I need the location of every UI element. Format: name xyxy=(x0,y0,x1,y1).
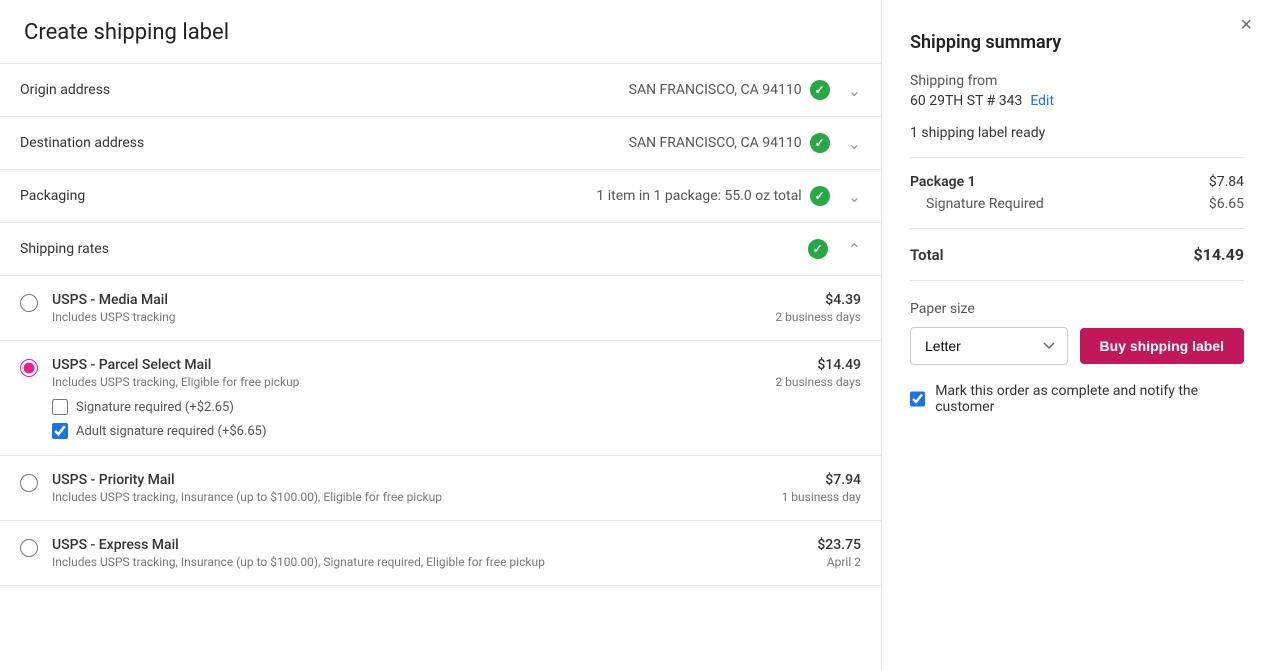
rate-amount-priority-mail: $7.94 xyxy=(761,472,861,488)
rate-desc-priority-mail: Includes USPS tracking, Insurance (up to… xyxy=(52,490,747,504)
paper-size-row: Letter 4x6 Buy shipping label xyxy=(910,327,1244,365)
destination-check-icon xyxy=(810,133,830,153)
rate-option-sig-required: Signature required (+$2.65) xyxy=(52,399,747,415)
shipping-rates-icons: ⌃ xyxy=(808,239,861,259)
right-panel: Shipping summary Shipping from 60 29TH S… xyxy=(882,0,1272,670)
summary-ready-text: 1 shipping label ready xyxy=(910,125,1244,158)
destination-address-row[interactable]: Destination address SAN FRANCISCO, CA 94… xyxy=(0,117,881,170)
shipping-rates-label: Shipping rates xyxy=(20,241,808,257)
paper-size-select[interactable]: Letter 4x6 xyxy=(910,327,1068,365)
origin-address-value-container: SAN FRANCISCO, CA 94110 ⌄ xyxy=(180,80,861,100)
destination-address-value: SAN FRANCISCO, CA 94110 xyxy=(629,135,802,151)
summary-signature-price: $6.65 xyxy=(1209,196,1244,212)
rate-name-parcel-select: USPS - Parcel Select Mail xyxy=(52,357,747,373)
rate-days-parcel-select: 2 business days xyxy=(761,375,861,389)
rate-option-label-adult-sig: Adult signature required (+$6.65) xyxy=(76,424,267,439)
rate-amount-express-mail: $23.75 xyxy=(761,537,861,553)
summary-from-address: 60 29TH ST # 343 Edit xyxy=(910,93,1244,109)
summary-package-line: Package 1 $7.84 xyxy=(910,174,1244,190)
origin-check-icon xyxy=(810,80,830,100)
rate-desc-parcel-select: Includes USPS tracking, Eligible for fre… xyxy=(52,375,747,389)
rate-price-priority-mail: $7.94 1 business day xyxy=(761,472,861,504)
packaging-row[interactable]: Packaging 1 item in 1 package: 55.0 oz t… xyxy=(0,170,881,223)
summary-package-section: Package 1 $7.84 Signature Required $6.65 xyxy=(910,158,1244,229)
modal-title: Create shipping label xyxy=(24,20,229,45)
summary-package-label: Package 1 xyxy=(910,174,976,190)
rate-name-priority-mail: USPS - Priority Mail xyxy=(52,472,747,488)
rate-item-media-mail: USPS - Media Mail Includes USPS tracking… xyxy=(0,276,881,341)
origin-address-label: Origin address xyxy=(20,82,180,98)
destination-chevron-icon: ⌄ xyxy=(848,134,861,153)
rate-price-media-mail: $4.39 2 business days xyxy=(761,292,861,324)
modal-header: Create shipping label xyxy=(0,0,881,64)
summary-from-label: Shipping from xyxy=(910,73,1244,89)
rate-days-media-mail: 2 business days xyxy=(761,310,861,324)
rate-price-parcel-select: $14.49 2 business days xyxy=(761,357,861,389)
rate-name-media-mail: USPS - Media Mail xyxy=(52,292,747,308)
rate-desc-media-mail: Includes USPS tracking xyxy=(52,310,747,324)
edit-address-link[interactable]: Edit xyxy=(1030,93,1054,109)
paper-size-section: Paper size Letter 4x6 Buy shipping label xyxy=(910,301,1244,365)
rate-amount-parcel-select: $14.49 xyxy=(761,357,861,373)
packaging-value-container: 1 item in 1 package: 55.0 oz total ⌄ xyxy=(180,186,861,206)
packaging-label: Packaging xyxy=(20,188,180,204)
destination-address-label: Destination address xyxy=(20,135,180,151)
destination-address-value-container: SAN FRANCISCO, CA 94110 ⌄ xyxy=(180,133,861,153)
origin-address-value: SAN FRANCISCO, CA 94110 xyxy=(629,82,802,98)
summary-signature-label: Signature Required xyxy=(926,196,1044,212)
close-button[interactable]: × xyxy=(1240,14,1252,37)
rate-radio-express-mail[interactable] xyxy=(20,539,38,557)
summary-address-text: 60 29TH ST # 343 xyxy=(910,93,1022,109)
rate-item-priority-mail: USPS - Priority Mail Includes USPS track… xyxy=(0,456,881,521)
rate-item-express-mail: USPS - Express Mail Includes USPS tracki… xyxy=(0,521,881,586)
packaging-value: 1 item in 1 package: 55.0 oz total xyxy=(596,188,801,204)
checkbox-adult-sig[interactable] xyxy=(52,423,68,439)
summary-total-row: Total $14.49 xyxy=(910,229,1244,281)
rate-option-adult-sig: Adult signature required (+$6.65) xyxy=(52,423,747,439)
summary-package-price: $7.84 xyxy=(1209,174,1244,190)
rate-item-parcel-select: USPS - Parcel Select Mail Includes USPS … xyxy=(0,341,881,456)
rate-radio-media-mail[interactable] xyxy=(20,294,38,312)
shipping-rates-chevron-icon: ⌃ xyxy=(848,240,861,259)
rate-info-express-mail: USPS - Express Mail Includes USPS tracki… xyxy=(52,537,747,569)
packaging-check-icon xyxy=(810,186,830,206)
rate-days-express-mail: April 2 xyxy=(761,555,861,569)
rate-price-express-mail: $23.75 April 2 xyxy=(761,537,861,569)
origin-address-row[interactable]: Origin address SAN FRANCISCO, CA 94110 ⌄ xyxy=(0,64,881,117)
packaging-chevron-icon: ⌄ xyxy=(848,187,861,206)
rate-days-priority-mail: 1 business day xyxy=(761,490,861,504)
rate-options-parcel-select: Signature required (+$2.65) Adult signat… xyxy=(52,399,747,439)
shipping-rates-header[interactable]: Shipping rates ⌃ xyxy=(0,223,881,276)
summary-shipping-from: Shipping from 60 29TH ST # 343 Edit xyxy=(910,73,1244,109)
mark-complete-row: Mark this order as complete and notify t… xyxy=(910,383,1244,415)
rate-radio-priority-mail[interactable] xyxy=(20,474,38,492)
summary-total-label: Total xyxy=(910,246,944,264)
mark-complete-label: Mark this order as complete and notify t… xyxy=(935,383,1244,415)
summary-total-amount: $14.49 xyxy=(1193,245,1244,264)
shipping-rates-check-icon xyxy=(808,239,828,259)
origin-chevron-icon: ⌄ xyxy=(848,81,861,100)
rate-info-priority-mail: USPS - Priority Mail Includes USPS track… xyxy=(52,472,747,504)
rate-desc-express-mail: Includes USPS tracking, Insurance (up to… xyxy=(52,555,747,569)
checkbox-sig-required[interactable] xyxy=(52,399,68,415)
rate-info-parcel-select: USPS - Parcel Select Mail Includes USPS … xyxy=(52,357,747,439)
buy-shipping-label-button[interactable]: Buy shipping label xyxy=(1080,328,1244,364)
rate-option-label-sig-required: Signature required (+$2.65) xyxy=(76,400,234,415)
rate-name-express-mail: USPS - Express Mail xyxy=(52,537,747,553)
rate-info-media-mail: USPS - Media Mail Includes USPS tracking xyxy=(52,292,747,324)
rate-radio-parcel-select[interactable] xyxy=(20,359,38,377)
paper-size-label: Paper size xyxy=(910,301,1244,317)
summary-signature-line: Signature Required $6.65 xyxy=(910,196,1244,212)
mark-complete-checkbox[interactable] xyxy=(910,391,925,407)
rate-amount-media-mail: $4.39 xyxy=(761,292,861,308)
summary-title: Shipping summary xyxy=(910,32,1244,53)
